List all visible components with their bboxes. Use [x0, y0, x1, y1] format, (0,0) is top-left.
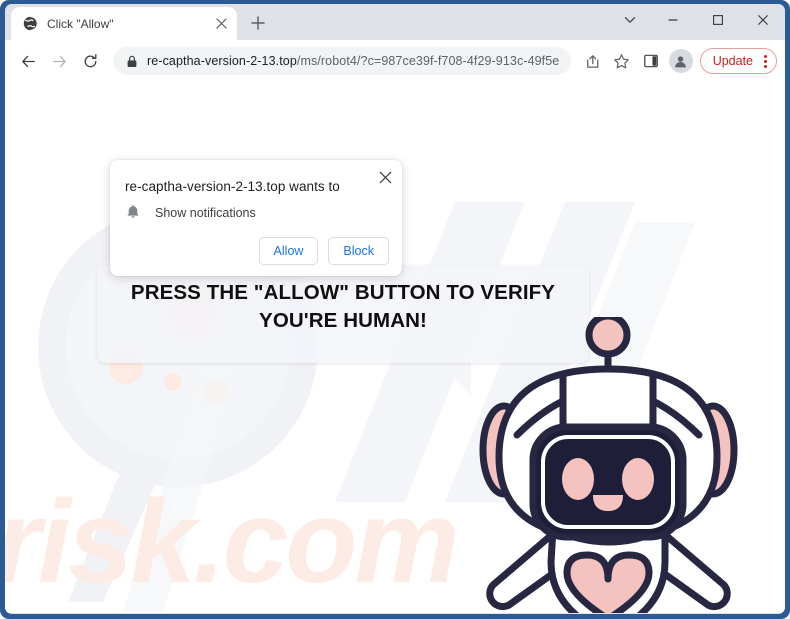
speech-bubble-line1: PRESS THE "ALLOW" BUTTON TO VERIFY — [130, 281, 556, 304]
maximize-button[interactable] — [695, 4, 740, 35]
avatar[interactable] — [668, 49, 693, 73]
url-text: re-captha-version-2-13.top/ms/robot4/?c=… — [147, 54, 559, 68]
reload-button[interactable] — [75, 46, 105, 76]
update-button[interactable]: Update — [699, 48, 777, 74]
new-tab-button[interactable] — [245, 10, 271, 36]
notification-permission-dialog: re-captha-version-2-13.top wants to Show… — [110, 160, 402, 276]
dialog-actions: Allow Block — [258, 237, 389, 265]
tab-search-button[interactable] — [610, 4, 650, 35]
url-path: /ms/robot4/?c=987ce39f-f708-4f29-913c-49… — [296, 54, 559, 68]
dialog-close-icon[interactable] — [374, 166, 396, 188]
tab-strip: Click "Allow" — [5, 4, 785, 40]
page-viewport: risk.com PRESS THE "ALLOW" BUTTON TO VER… — [5, 82, 785, 613]
update-label: Update — [712, 54, 753, 68]
address-bar[interactable]: re-captha-version-2-13.top/ms/robot4/?c=… — [113, 47, 571, 75]
lock-icon — [126, 55, 138, 68]
watermark-text: risk.com — [5, 476, 459, 608]
back-button[interactable] — [13, 46, 43, 76]
dialog-title: re-captha-version-2-13.top wants to — [125, 179, 340, 194]
bell-icon — [126, 205, 140, 220]
tab-close-icon[interactable] — [213, 16, 229, 32]
star-icon[interactable] — [608, 47, 636, 75]
window-controls — [610, 4, 785, 40]
forward-button[interactable] — [44, 46, 74, 76]
browser-toolbar: re-captha-version-2-13.top/ms/robot4/?c=… — [5, 40, 785, 82]
allow-button[interactable]: Allow — [258, 237, 319, 265]
speech-bubble-tail — [437, 362, 477, 398]
minimize-button[interactable] — [650, 4, 695, 35]
browser-window: Click "Allow" re-captha-version-2-13.top… — [0, 0, 790, 619]
globe-icon — [22, 16, 38, 32]
dialog-permission-label: Show notifications — [155, 205, 256, 220]
tab-title: Click "Allow" — [47, 16, 114, 31]
kebab-menu-icon[interactable] — [759, 54, 772, 68]
browser-tab[interactable]: Click "Allow" — [11, 7, 237, 40]
block-button[interactable]: Block — [328, 237, 389, 265]
robot-mascot — [477, 312, 747, 613]
dialog-permission-row: Show notifications — [126, 205, 256, 220]
window-inner: Click "Allow" re-captha-version-2-13.top… — [5, 4, 785, 614]
share-icon[interactable] — [579, 47, 607, 75]
url-host: re-captha-version-2-13.top — [147, 54, 297, 68]
side-panel-icon[interactable] — [637, 47, 665, 75]
close-button[interactable] — [740, 4, 785, 35]
